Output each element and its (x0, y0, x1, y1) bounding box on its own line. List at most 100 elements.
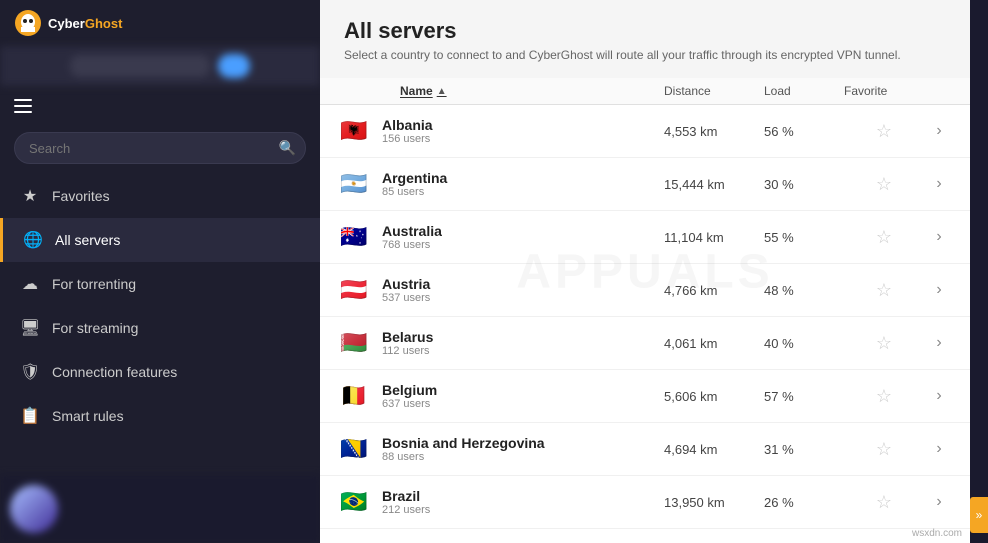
load-cell: 57 % (764, 389, 844, 404)
favorite-cell[interactable]: ☆ (844, 174, 924, 195)
star-icon[interactable]: ☆ (876, 333, 892, 354)
chevron-cell[interactable]: › (924, 387, 954, 405)
sidebar-item-label-for-torrenting: For torrenting (52, 276, 136, 292)
country-info: Belgium 637 users (382, 382, 437, 410)
country-info: Austria 537 users (382, 276, 430, 304)
column-distance: Distance (664, 84, 764, 98)
table-row[interactable]: 🇦🇹 Austria 537 users 4,766 km 48 % ☆ › (320, 264, 970, 317)
country-cell: 🇧🇷 Brazil 212 users (336, 484, 664, 520)
table-row[interactable]: 🇧🇷 Brazil 212 users 13,950 km 26 % ☆ › (320, 476, 970, 529)
column-name[interactable]: Name ▲ (400, 84, 664, 98)
distance-cell: 13,950 km (664, 495, 764, 510)
column-favorite: Favorite (844, 84, 924, 98)
table-row[interactable]: 🇧🇦 Bosnia and Herzegovina 88 users 4,694… (320, 423, 970, 476)
chevron-right-icon[interactable]: › (936, 228, 941, 246)
cloud-icon: ☁ (20, 274, 40, 294)
flag-icon: 🇦🇺 (336, 219, 372, 255)
country-cell: 🇦🇱 Albania 156 users (336, 113, 664, 149)
rules-icon: 📋 (20, 406, 40, 426)
sort-arrow-icon: ▲ (437, 86, 447, 97)
chevron-right-icon[interactable]: › (936, 122, 941, 140)
country-name: Brazil (382, 488, 430, 504)
table-row[interactable]: 🇦🇱 Albania 156 users 4,553 km 56 % ☆ › (320, 105, 970, 158)
sidebar-header: CyberGhost (0, 0, 320, 46)
distance-cell: 4,061 km (664, 336, 764, 351)
chevron-cell[interactable]: › (924, 281, 954, 299)
favorite-cell[interactable]: ☆ (844, 280, 924, 301)
flag-icon: 🇧🇬 (336, 537, 372, 543)
table-row[interactable]: 🇧🇪 Belgium 637 users 5,606 km 57 % ☆ › (320, 370, 970, 423)
star-icon[interactable]: ☆ (876, 492, 892, 513)
star-icon[interactable]: ☆ (876, 280, 892, 301)
star-icon[interactable]: ☆ (876, 174, 892, 195)
country-name: Argentina (382, 170, 447, 186)
chevron-cell[interactable]: › (924, 334, 954, 352)
search-input[interactable] (14, 132, 306, 164)
flag-icon: 🇧🇦 (336, 431, 372, 467)
table-row[interactable]: 🇧🇬 Bulgaria 126 users 4,251 km 45 % ☆ › (320, 529, 970, 543)
country-name: Belarus (382, 329, 433, 345)
chevron-right-icon[interactable]: › (936, 387, 941, 405)
chevron-cell[interactable]: › (924, 440, 954, 458)
country-info: Brazil 212 users (382, 488, 430, 516)
country-info: Bosnia and Herzegovina 88 users (382, 435, 545, 463)
star-icon[interactable]: ☆ (876, 121, 892, 142)
load-cell: 55 % (764, 230, 844, 245)
country-users: 85 users (382, 186, 447, 198)
country-cell: 🇧🇪 Belgium 637 users (336, 378, 664, 414)
table-header: Name ▲ Distance Load Favorite (320, 78, 970, 105)
table-row[interactable]: 🇦🇷 Argentina 85 users 15,444 km 30 % ☆ › (320, 158, 970, 211)
chevron-right-icon[interactable]: › (936, 334, 941, 352)
search-container: 🔍 (0, 126, 320, 170)
favorite-cell[interactable]: ☆ (844, 439, 924, 460)
favorite-cell[interactable]: ☆ (844, 227, 924, 248)
chevron-cell[interactable]: › (924, 122, 954, 140)
favorites-icon: ★ (20, 186, 40, 206)
credit-text: wsxdn.com (912, 528, 962, 539)
country-cell: 🇧🇬 Bulgaria 126 users (336, 537, 664, 543)
chevron-cell[interactable]: › (924, 175, 954, 193)
country-cell: 🇦🇺 Australia 768 users (336, 219, 664, 255)
connect-button[interactable] (218, 54, 250, 78)
star-icon[interactable]: ☆ (876, 386, 892, 407)
expand-button[interactable]: » (970, 497, 988, 533)
sidebar-item-for-streaming[interactable]: 🖥 For streaming (0, 306, 320, 350)
chevron-right-icon[interactable]: › (936, 175, 941, 193)
star-icon[interactable]: ☆ (876, 439, 892, 460)
country-users: 88 users (382, 451, 545, 463)
sidebar-item-connection-features[interactable]: 🛡 Connection features (0, 350, 320, 394)
chevron-cell[interactable]: › (924, 493, 954, 511)
hamburger-menu[interactable] (14, 99, 32, 113)
favorite-cell[interactable]: ☆ (844, 386, 924, 407)
country-info: Belarus 112 users (382, 329, 433, 357)
load-cell: 31 % (764, 442, 844, 457)
chevron-right-icon[interactable]: › (936, 493, 941, 511)
sidebar-item-all-servers[interactable]: 🌐 All servers (0, 218, 320, 262)
chevron-right-icon[interactable]: › (936, 440, 941, 458)
column-load: Load (764, 84, 844, 98)
country-info: Australia 768 users (382, 223, 442, 251)
sidebar-item-favorites[interactable]: ★ Favorites (0, 174, 320, 218)
server-table[interactable]: Name ▲ Distance Load Favorite 🇦🇱 Albania… (320, 78, 970, 543)
country-users: 768 users (382, 239, 442, 251)
sidebar-item-smart-rules[interactable]: 📋 Smart rules (0, 394, 320, 438)
favorite-cell[interactable]: ☆ (844, 492, 924, 513)
favorite-cell[interactable]: ☆ (844, 333, 924, 354)
favorite-cell[interactable]: ☆ (844, 121, 924, 142)
table-row[interactable]: 🇧🇾 Belarus 112 users 4,061 km 40 % ☆ › (320, 317, 970, 370)
table-body: 🇦🇱 Albania 156 users 4,553 km 56 % ☆ › 🇦… (320, 105, 970, 543)
flag-icon: 🇦🇹 (336, 272, 372, 308)
page-subtitle: Select a country to connect to and Cyber… (344, 48, 946, 62)
column-action (924, 84, 954, 98)
table-row[interactable]: 🇦🇺 Australia 768 users 11,104 km 55 % ☆ … (320, 211, 970, 264)
chevron-cell[interactable]: › (924, 228, 954, 246)
shield-icon: 🛡 (20, 362, 40, 382)
distance-cell: 11,104 km (664, 230, 764, 245)
country-users: 156 users (382, 133, 433, 145)
star-icon[interactable]: ☆ (876, 227, 892, 248)
country-cell: 🇧🇾 Belarus 112 users (336, 325, 664, 361)
connected-bar (0, 46, 320, 86)
sidebar-item-for-torrenting[interactable]: ☁ For torrenting (0, 262, 320, 306)
sidebar-item-label-favorites: Favorites (52, 188, 110, 204)
chevron-right-icon[interactable]: › (936, 281, 941, 299)
